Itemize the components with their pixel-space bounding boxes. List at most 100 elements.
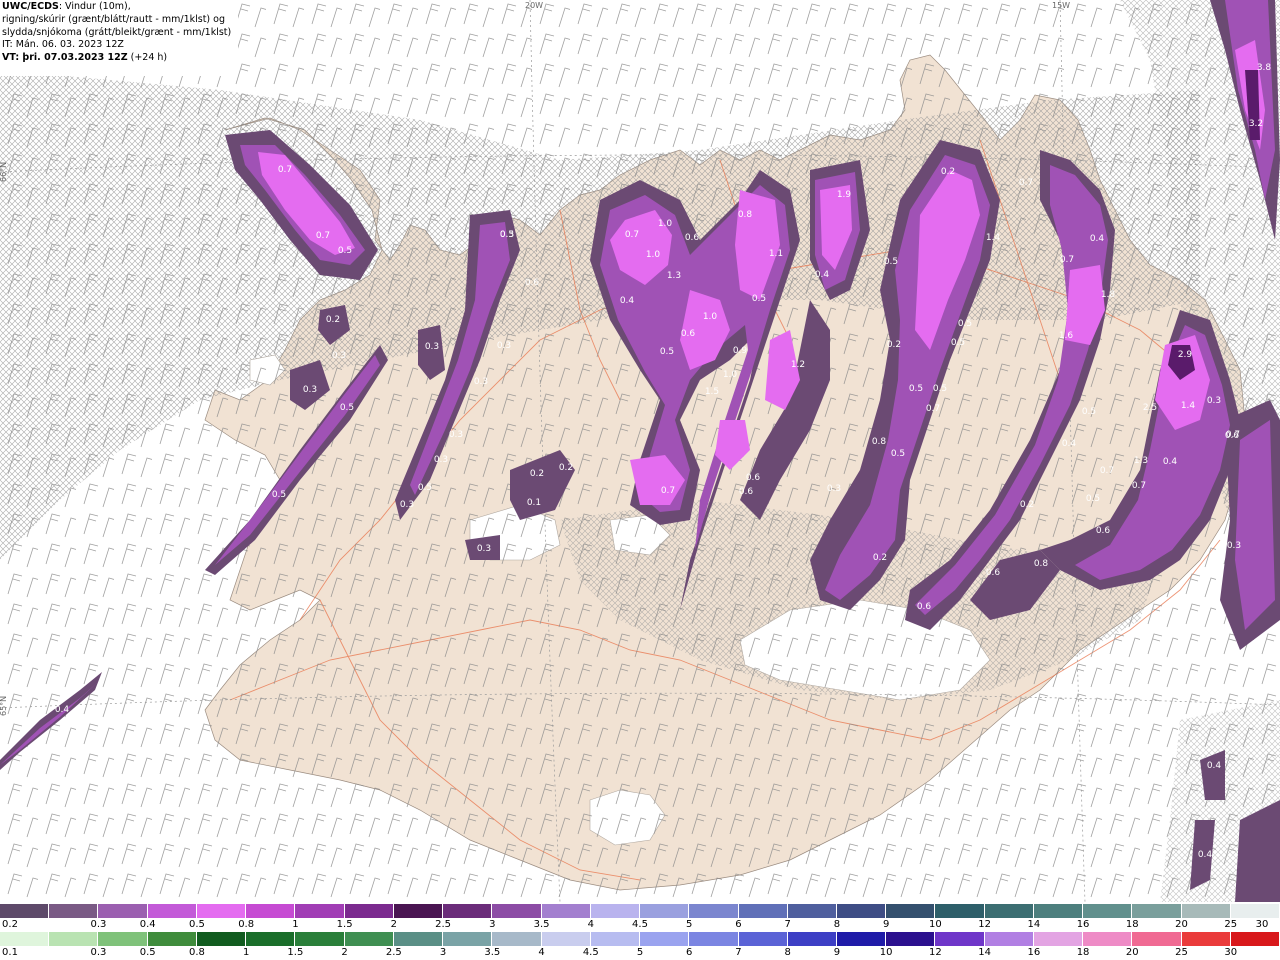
rain-color-scale <box>0 932 1280 946</box>
rain-scale-tick-label: 8 <box>784 947 791 958</box>
rain-scale-swatch <box>738 932 788 946</box>
precip-value-label: 0.5 <box>660 347 674 357</box>
rain-scale-tick-label: 7 <box>735 947 742 958</box>
precip-value-label: 0.7 <box>1019 178 1033 188</box>
snow-scale-swatch <box>196 904 247 918</box>
rain-scale-tick-label: 4 <box>538 947 545 958</box>
precip-value-label: 0.3 <box>1227 541 1241 551</box>
precip-value-label: 0.2 <box>887 340 901 350</box>
rain-scale-tick-label: 14 <box>978 947 991 958</box>
snow-scale-tick-label: 3.5 <box>533 919 550 930</box>
rain-scale-tick-label: 20 <box>1125 947 1139 958</box>
snow-scale-tick-label: 6 <box>735 919 742 930</box>
snow-scale-swatch <box>492 904 542 918</box>
rain-scale-tick-label: 16 <box>1027 947 1041 958</box>
rain-scale-swatch <box>196 932 247 946</box>
snow-scale-tick-label: 1.5 <box>336 919 353 930</box>
snow-scale-tick-label: 14 <box>1027 919 1041 930</box>
precip-value-label: 0.6 <box>986 568 1001 578</box>
lon-label-15: 15W <box>1052 1 1070 10</box>
precip-value-label: 0.3 <box>332 351 346 361</box>
snow-scale-tick-label: 4.5 <box>632 919 648 930</box>
precip-value-label: 1.0 <box>646 250 661 260</box>
precip-value-label: 0.7 <box>316 231 330 241</box>
rain-scale-swatch <box>1132 932 1182 946</box>
precip-value-label: 0.6 <box>1225 431 1240 441</box>
precip-value-label: 1.5 <box>705 387 719 397</box>
snow-scale-swatch <box>98 904 148 918</box>
info-lead-time: (+24 h) <box>127 52 168 64</box>
snow-scale-swatch <box>836 904 887 918</box>
precip-value-label: 0.5 <box>951 338 965 348</box>
snow-scale-swatch <box>738 904 788 918</box>
lat-label-66: 66°N <box>0 162 8 182</box>
rain-scale-swatch <box>443 932 493 946</box>
info-rain-desc: rigning/skúrir (grænt/blátt/rautt - mm/1… <box>2 13 225 25</box>
precip-value-label: 0.3 <box>449 430 463 440</box>
snow-scale-swatch <box>49 904 99 918</box>
snow-scale-swatch <box>0 904 50 918</box>
info-product-desc: : Vindur (10m), <box>58 1 131 12</box>
rain-scale-swatch <box>0 932 50 946</box>
rain-scale-tick-label: 1 <box>242 947 250 958</box>
precip-value-label: 0.6 <box>681 329 696 339</box>
precip-value-label: 0.4 <box>1062 439 1077 449</box>
snow-scale-tick-label: 0.5 <box>188 919 205 930</box>
precip-value-label: 0.3 <box>425 342 439 352</box>
rain-scale-swatch <box>886 932 936 946</box>
rain-scale-swatch <box>836 932 887 946</box>
snow-scale-tick-label: 12 <box>978 919 991 930</box>
rain-scale-swatch <box>541 932 591 946</box>
precip-value-label: 0.4 <box>1090 234 1105 244</box>
precip-value-label: 0.7 <box>278 165 292 175</box>
rain-scale-swatch <box>393 932 444 946</box>
precip-value-label: 0.3 <box>434 455 448 465</box>
precip-value-label: 0.2 <box>530 469 544 479</box>
precip-value-label: 0.5 <box>418 483 432 493</box>
rain-scale-swatch <box>640 932 690 946</box>
wind-barbs <box>0 0 1280 902</box>
precip-value-label: 0.3 <box>500 230 514 240</box>
lat-label-65: 65°N <box>0 696 8 716</box>
snow-scale-tick-label: 16 <box>1076 919 1090 930</box>
precip-value-label: 0.5 <box>1086 494 1100 504</box>
precip-value-label: 1.3 <box>1134 456 1148 466</box>
precip-value-label: 0.2 <box>326 315 340 325</box>
rain-scale-tick-label: 12 <box>929 947 942 958</box>
rain-scale-swatch <box>344 932 394 946</box>
rain-scale-tick-label: 3 <box>439 947 447 958</box>
rain-scale-tick-label: 1.5 <box>287 947 304 958</box>
lon-label-20: 20W <box>525 1 543 10</box>
precip-value-label: 0.6 <box>525 278 540 288</box>
snow-scale-tick-label: 20 <box>1175 919 1188 930</box>
rain-scale-swatch <box>1083 932 1133 946</box>
rain-scale-swatch <box>590 932 641 946</box>
snow-scale-tick-label: 18 <box>1125 919 1139 930</box>
rain-scale-tick-label: 3.5 <box>484 947 501 958</box>
info-init-time: IT: Mán. 06. 03. 2023 12Z <box>2 39 124 51</box>
info-valid-time: VT: þri. 07.03.2023 12Z <box>2 52 128 64</box>
precip-value-label: 0.2 <box>1020 500 1034 510</box>
snow-scale-swatch <box>1181 904 1231 918</box>
rain-scale-swatch <box>787 932 837 946</box>
precip-value-label: 0.7 <box>1132 481 1146 491</box>
snow-scale-swatch <box>1033 904 1084 918</box>
precip-value-label: 0.6 <box>917 602 932 612</box>
rain-scale-tick-label: 30 <box>1224 947 1238 958</box>
precip-value-label: 0.4 <box>815 270 830 280</box>
info-product: UWC/ECDS <box>2 1 59 12</box>
rain-scale-tick-label: 9 <box>833 947 841 958</box>
snow-scale-tick-label: 4 <box>587 919 594 930</box>
info-box: UWC/ECDS: Vindur (10m), rigning/skúrir (… <box>0 0 238 76</box>
precip-value-label: 0.8 <box>1034 559 1049 569</box>
precip-value-label: 0.3 <box>303 385 317 395</box>
snow-scale-tick-label: 25 <box>1224 919 1238 930</box>
precip-value-label: 0.7 <box>661 486 675 496</box>
precip-value-label: 3.8 <box>1257 63 1272 73</box>
snow-scale-tick-label: 9 <box>882 919 890 930</box>
snow-scale-tick-label: 2.5 <box>435 919 452 930</box>
precip-value-label: 1.0 <box>703 312 718 322</box>
precip-value-label: 0.5 <box>933 384 947 394</box>
snow-color-scale <box>0 904 1280 918</box>
precip-value-label: 0.3 <box>827 484 841 494</box>
